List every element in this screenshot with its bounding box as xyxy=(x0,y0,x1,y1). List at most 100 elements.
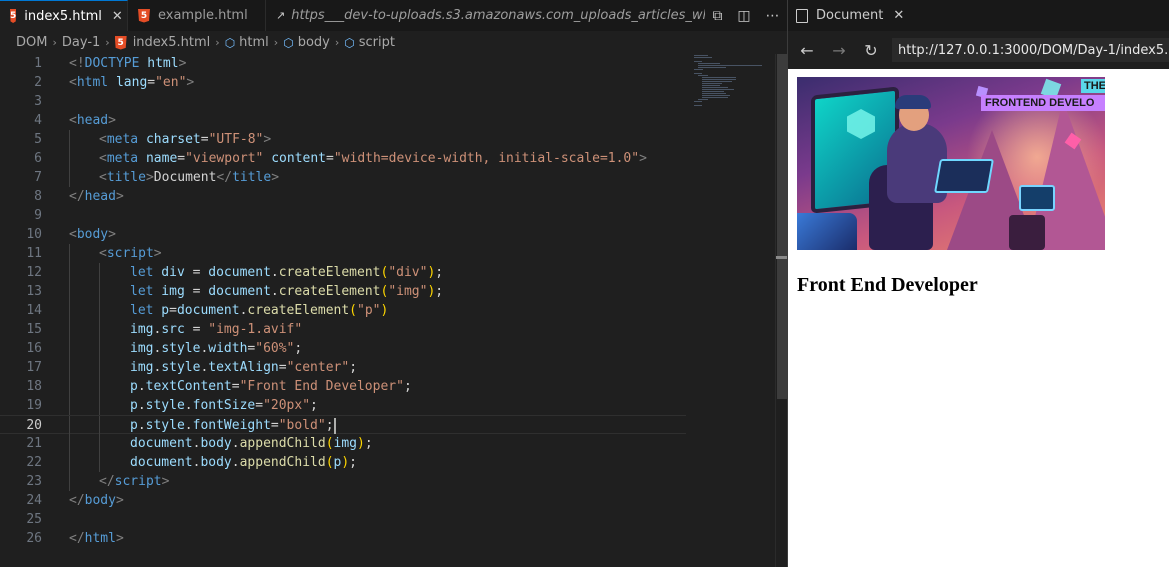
line-number: 10 xyxy=(26,227,42,242)
forward-arrow-icon[interactable]: → xyxy=(828,41,850,60)
breadcrumb-item[interactable]: DOM xyxy=(16,35,47,50)
code-area[interactable]: 1 <!DOCTYPE html> 2 <html lang="en"> 3 4 <h… xyxy=(0,54,775,567)
tab-index5-html[interactable]: 5 index5.html ✕ xyxy=(0,0,128,31)
code-line-current[interactable]: 20 p.style.fontWeight="bold"; xyxy=(0,415,686,435)
code-line[interactable]: 25 xyxy=(0,510,775,529)
code-line[interactable]: 2 <html lang="en"> xyxy=(0,73,775,92)
code-line[interactable]: 21 document.body.appendChild(img); xyxy=(0,434,775,453)
close-icon[interactable]: ✕ xyxy=(112,9,123,24)
more-actions-icon[interactable]: ⋯ xyxy=(766,8,780,24)
code-line[interactable]: 18 p.textContent="Front End Developer"; xyxy=(0,377,775,396)
code-line[interactable]: 16 img.style.width="60%"; xyxy=(0,339,775,358)
scrollbar-thumb[interactable] xyxy=(777,54,787,399)
token: fontWeight xyxy=(192,418,271,433)
line-number: 24 xyxy=(26,493,42,508)
token: meta xyxy=(106,132,139,147)
token: fontSize xyxy=(192,398,256,413)
code-line[interactable]: 12 let div = document.createElement("div"… xyxy=(0,263,775,282)
page-paragraph: Front End Developer xyxy=(797,274,978,296)
vertical-scrollbar[interactable] xyxy=(775,54,788,567)
chevron-right-icon: › xyxy=(215,36,220,49)
code-line[interactable]: 23 </script> xyxy=(0,472,775,491)
tab-example-html[interactable]: 5 example.html xyxy=(128,0,266,31)
token: lang xyxy=(108,75,148,90)
token: < xyxy=(69,227,77,242)
token: > xyxy=(186,75,195,90)
split-editor-icon[interactable]: ◫ xyxy=(737,8,750,24)
open-preview-icon[interactable]: ⧉ xyxy=(712,8,722,24)
token: . xyxy=(270,284,279,299)
line-number: 6 xyxy=(34,151,42,166)
token: ; xyxy=(403,379,412,394)
code-line[interactable]: 4 <head> xyxy=(0,111,775,130)
code-line[interactable]: 5 <meta charset="UTF-8"> xyxy=(0,130,775,149)
token: ; xyxy=(349,455,357,470)
token: "UTF-8" xyxy=(208,132,264,147)
token: "60%" xyxy=(255,341,295,356)
tab-image-url[interactable]: ↗ https___dev-to-uploads.s3.amazonaws.co… xyxy=(266,0,706,31)
developer-banner-image: FRONTEND DEVELO THE xyxy=(797,77,1105,250)
code-line[interactable]: 22 document.body.appendChild(p); xyxy=(0,453,775,472)
line-number: 20 xyxy=(26,418,42,433)
url-input[interactable]: http://127.0.0.1:3000/DOM/Day-1/index5.h… xyxy=(892,38,1169,62)
close-icon[interactable]: ✕ xyxy=(893,8,904,23)
code-line[interactable]: 24 </body> xyxy=(0,491,775,510)
token: "img-1.avif" xyxy=(208,322,303,337)
chevron-right-icon: › xyxy=(334,36,340,49)
token: = xyxy=(184,284,209,299)
code-line[interactable]: 17 img.style.textAlign="center"; xyxy=(0,358,775,377)
editor-actions: ⧉ ◫ ⋯ xyxy=(705,0,787,31)
image-banner-text: FRONTEND DEVELO xyxy=(981,95,1105,111)
breadcrumb-item[interactable]: Day-1 xyxy=(62,35,100,50)
line-number: 8 xyxy=(34,189,42,204)
line-number: 25 xyxy=(26,512,42,527)
token: > xyxy=(263,132,272,147)
breadcrumb-item[interactable]: script xyxy=(359,35,395,50)
code-line[interactable]: 11 <script> xyxy=(0,244,775,263)
tab-label: example.html xyxy=(158,8,248,23)
token: < xyxy=(99,170,107,185)
code-line[interactable]: 19 p.style.fontSize="20px"; xyxy=(0,396,775,415)
token: > xyxy=(108,113,116,128)
browser-tab[interactable]: Document ✕ xyxy=(788,0,1169,31)
token: < xyxy=(69,113,77,128)
token: style xyxy=(145,398,185,413)
code-line[interactable]: 15 img.src = "img-1.avif" xyxy=(0,320,775,339)
token: ; xyxy=(364,436,373,451)
element-cube-icon: ⬡ xyxy=(344,35,355,50)
code-line[interactable]: 3 xyxy=(0,92,775,111)
token: = xyxy=(278,360,287,375)
token: createElement xyxy=(278,284,381,299)
code-line[interactable]: 6 <meta name="viewport" content="width=de… xyxy=(0,149,775,168)
breadcrumb-item[interactable]: index5.html xyxy=(133,35,211,50)
token: > xyxy=(145,170,154,185)
token: body xyxy=(200,455,232,470)
code-line[interactable]: 9 xyxy=(0,206,775,225)
token: "bold" xyxy=(278,418,326,433)
line-number: 4 xyxy=(34,113,42,128)
line-number: 18 xyxy=(26,379,42,394)
code-editor: 5 index5.html ✕ 5 example.html ↗ https__… xyxy=(0,0,788,567)
back-arrow-icon[interactable]: ← xyxy=(796,41,818,60)
code-line[interactable]: 1 <!DOCTYPE html> xyxy=(0,54,775,73)
token: > xyxy=(115,531,124,546)
token: <! xyxy=(69,56,85,71)
token: head xyxy=(76,113,109,128)
code-line[interactable]: 10 <body> xyxy=(0,225,775,244)
breadcrumb-item[interactable]: body xyxy=(298,35,330,50)
line-number: 14 xyxy=(26,303,42,318)
token: charset xyxy=(138,132,201,147)
code-line[interactable]: 8 </head> xyxy=(0,187,775,206)
code-line[interactable]: 7 <title>Document</title> xyxy=(0,168,775,187)
line-number: 21 xyxy=(26,436,42,451)
breadcrumb-item[interactable]: html xyxy=(239,35,269,50)
code-line[interactable]: 13 let img = document.createElement("img"… xyxy=(0,282,775,301)
laptop-graphic xyxy=(934,159,994,193)
reload-icon[interactable]: ↻ xyxy=(860,41,882,60)
token: img xyxy=(130,341,154,356)
code-line[interactable]: 26 </html> xyxy=(0,529,775,548)
token: document xyxy=(176,303,240,318)
token: "Front End Developer" xyxy=(239,379,404,394)
minimap[interactable] xyxy=(690,54,770,114)
code-line[interactable]: 14 let p=document.createElement("p") xyxy=(0,301,775,320)
